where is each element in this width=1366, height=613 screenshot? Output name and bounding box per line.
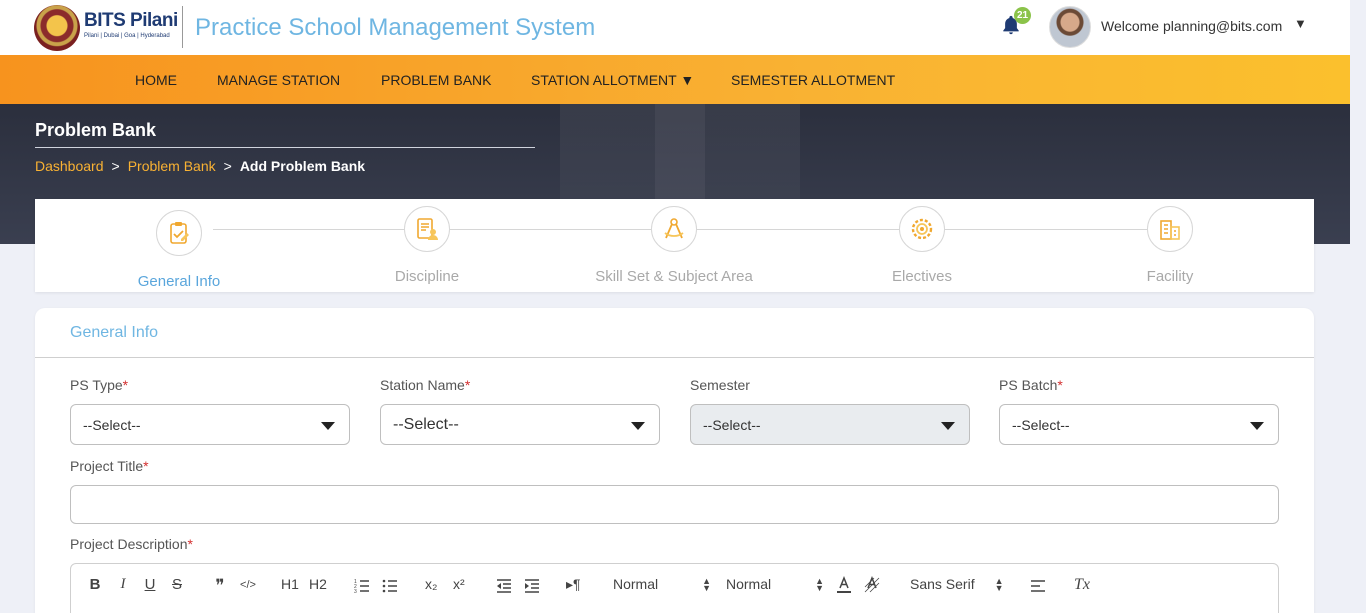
clipboard-check-icon: [156, 210, 202, 256]
building-icon: [1147, 206, 1193, 252]
form-stepper: General Info Discipline Skill Set & Subj…: [35, 199, 1314, 292]
rich-text-editor: B I U S ❞ </> H1 H2 123 x₂ x² ▸¶ Normal ▲…: [70, 563, 1279, 613]
blockquote-button[interactable]: ❞: [211, 576, 229, 595]
code-button[interactable]: </>: [239, 579, 257, 597]
step-label: Facility: [1146, 268, 1194, 285]
logo-text[interactable]: BITS Pilani Pilani | Dubai | Goa | Hyder…: [84, 10, 178, 39]
nav-home[interactable]: HOME: [135, 72, 177, 88]
svg-text:3: 3: [354, 589, 357, 595]
font-select[interactable]: Sans Serif ▲ ▼: [910, 576, 1004, 594]
indent-icon[interactable]: [524, 577, 540, 595]
underline-button[interactable]: U: [141, 576, 159, 594]
strike-button[interactable]: S: [168, 576, 186, 594]
ps-batch-select[interactable]: --Select--: [999, 404, 1279, 445]
step-label: Electives: [891, 268, 953, 285]
updown-arrows-icon: ▲ ▼: [994, 576, 1004, 594]
station-name-label: Station Name*: [380, 377, 471, 393]
breadcrumb: Dashboard > Problem Bank > Add Problem Bank: [35, 158, 365, 174]
page-title-underline: [35, 147, 535, 148]
ps-type-label: PS Type*: [70, 377, 129, 393]
ps-type-select[interactable]: --Select--: [70, 404, 350, 445]
header-select[interactable]: Normal ▲ ▼: [726, 576, 824, 594]
step-general-info[interactable]: General Info: [79, 206, 279, 290]
nav-problem-bank[interactable]: PROBLEM BANK: [381, 72, 491, 88]
document-person-icon: [404, 206, 450, 252]
semester-select[interactable]: --Select--: [690, 404, 970, 445]
step-facility[interactable]: Facility: [1070, 206, 1270, 285]
semester-value: --Select--: [703, 417, 761, 433]
step-skill-set[interactable]: Skill Set & Subject Area: [574, 206, 774, 285]
semester-label: Semester: [690, 377, 750, 393]
gear-icon: [899, 206, 945, 252]
ps-batch-label: PS Batch*: [999, 377, 1063, 393]
size-select[interactable]: Normal ▲ ▼: [613, 576, 711, 594]
notification-count-badge: 21: [1014, 7, 1031, 24]
breadcrumb-current: Add Problem Bank: [239, 158, 366, 174]
page-title: Problem Bank: [35, 120, 157, 140]
breadcrumb-dashboard[interactable]: Dashboard: [35, 158, 104, 174]
step-electives[interactable]: Electives: [822, 206, 1022, 285]
chevron-down-icon: [941, 422, 955, 430]
project-description-label: Project Description*: [70, 536, 193, 552]
station-name-select[interactable]: --Select--: [380, 404, 660, 445]
nav-manage-station[interactable]: MANAGE STATION: [217, 72, 340, 88]
step-discipline[interactable]: Discipline: [327, 206, 527, 285]
compass-icon: [651, 206, 697, 252]
chevron-down-icon: [631, 422, 645, 430]
ordered-list-icon[interactable]: 123: [354, 577, 370, 595]
clear-format-button[interactable]: Tx: [1074, 576, 1090, 594]
station-name-value: --Select--: [393, 416, 459, 433]
background-color-icon[interactable]: [863, 576, 881, 594]
nav-semester-allotment[interactable]: SEMESTER ALLOTMENT: [731, 72, 895, 88]
step-label: General Info: [137, 273, 221, 290]
font-select-value: Sans Serif: [910, 576, 975, 592]
nav-station-allotment[interactable]: STATION ALLOTMENT ▼: [531, 72, 694, 88]
bits-logo-icon[interactable]: [34, 5, 80, 51]
section-divider: [35, 357, 1314, 358]
logo-subtitle: Pilani | Dubai | Goa | Hyderabad: [84, 33, 170, 39]
align-icon[interactable]: [1030, 577, 1046, 595]
chevron-down-icon: [321, 422, 335, 430]
breadcrumb-separator: >: [111, 158, 120, 174]
user-avatar[interactable]: [1049, 6, 1091, 48]
h1-button[interactable]: H1: [281, 576, 299, 594]
rtl-direction-button[interactable]: ▸¶: [566, 576, 581, 594]
logo-divider: [182, 6, 183, 48]
text-color-icon[interactable]: [835, 576, 853, 594]
step-label: Skill Set & Subject Area: [595, 268, 753, 285]
project-title-input[interactable]: [70, 485, 1279, 524]
section-title: General Info: [70, 324, 159, 341]
updown-arrows-icon: ▲ ▼: [815, 576, 825, 594]
ps-batch-value: --Select--: [1012, 417, 1070, 433]
user-menu-caret-icon[interactable]: ▼: [1294, 16, 1307, 31]
breadcrumb-separator: >: [223, 158, 232, 174]
app-title: Practice School Management System: [195, 14, 596, 41]
general-info-card: General Info PS Type* Station Name* Seme…: [35, 308, 1314, 613]
breadcrumb-problem-bank[interactable]: Problem Bank: [128, 158, 216, 174]
italic-button[interactable]: I: [114, 576, 132, 594]
top-header: BITS Pilani Pilani | Dubai | Goa | Hyder…: [0, 0, 1350, 55]
updown-arrows-icon: ▲ ▼: [702, 576, 712, 594]
chevron-down-icon: [1250, 422, 1264, 430]
size-select-value: Normal: [613, 576, 659, 592]
outdent-icon[interactable]: [496, 577, 512, 595]
logo-title: BITS Pilani: [84, 10, 178, 31]
bullet-list-icon[interactable]: [382, 577, 398, 595]
main-navbar: HOME MANAGE STATION PROBLEM BANK STATION…: [0, 55, 1350, 104]
superscript-button[interactable]: x²: [453, 576, 465, 594]
bold-button[interactable]: B: [86, 576, 104, 594]
h2-button[interactable]: H2: [309, 576, 327, 594]
subscript-button[interactable]: x₂: [425, 576, 437, 594]
welcome-text[interactable]: Welcome planning@bits.com: [1101, 18, 1282, 34]
ps-type-value: --Select--: [83, 417, 141, 433]
step-label: Discipline: [394, 268, 460, 285]
project-title-label: Project Title*: [70, 458, 149, 474]
header-select-value: Normal: [726, 576, 772, 592]
